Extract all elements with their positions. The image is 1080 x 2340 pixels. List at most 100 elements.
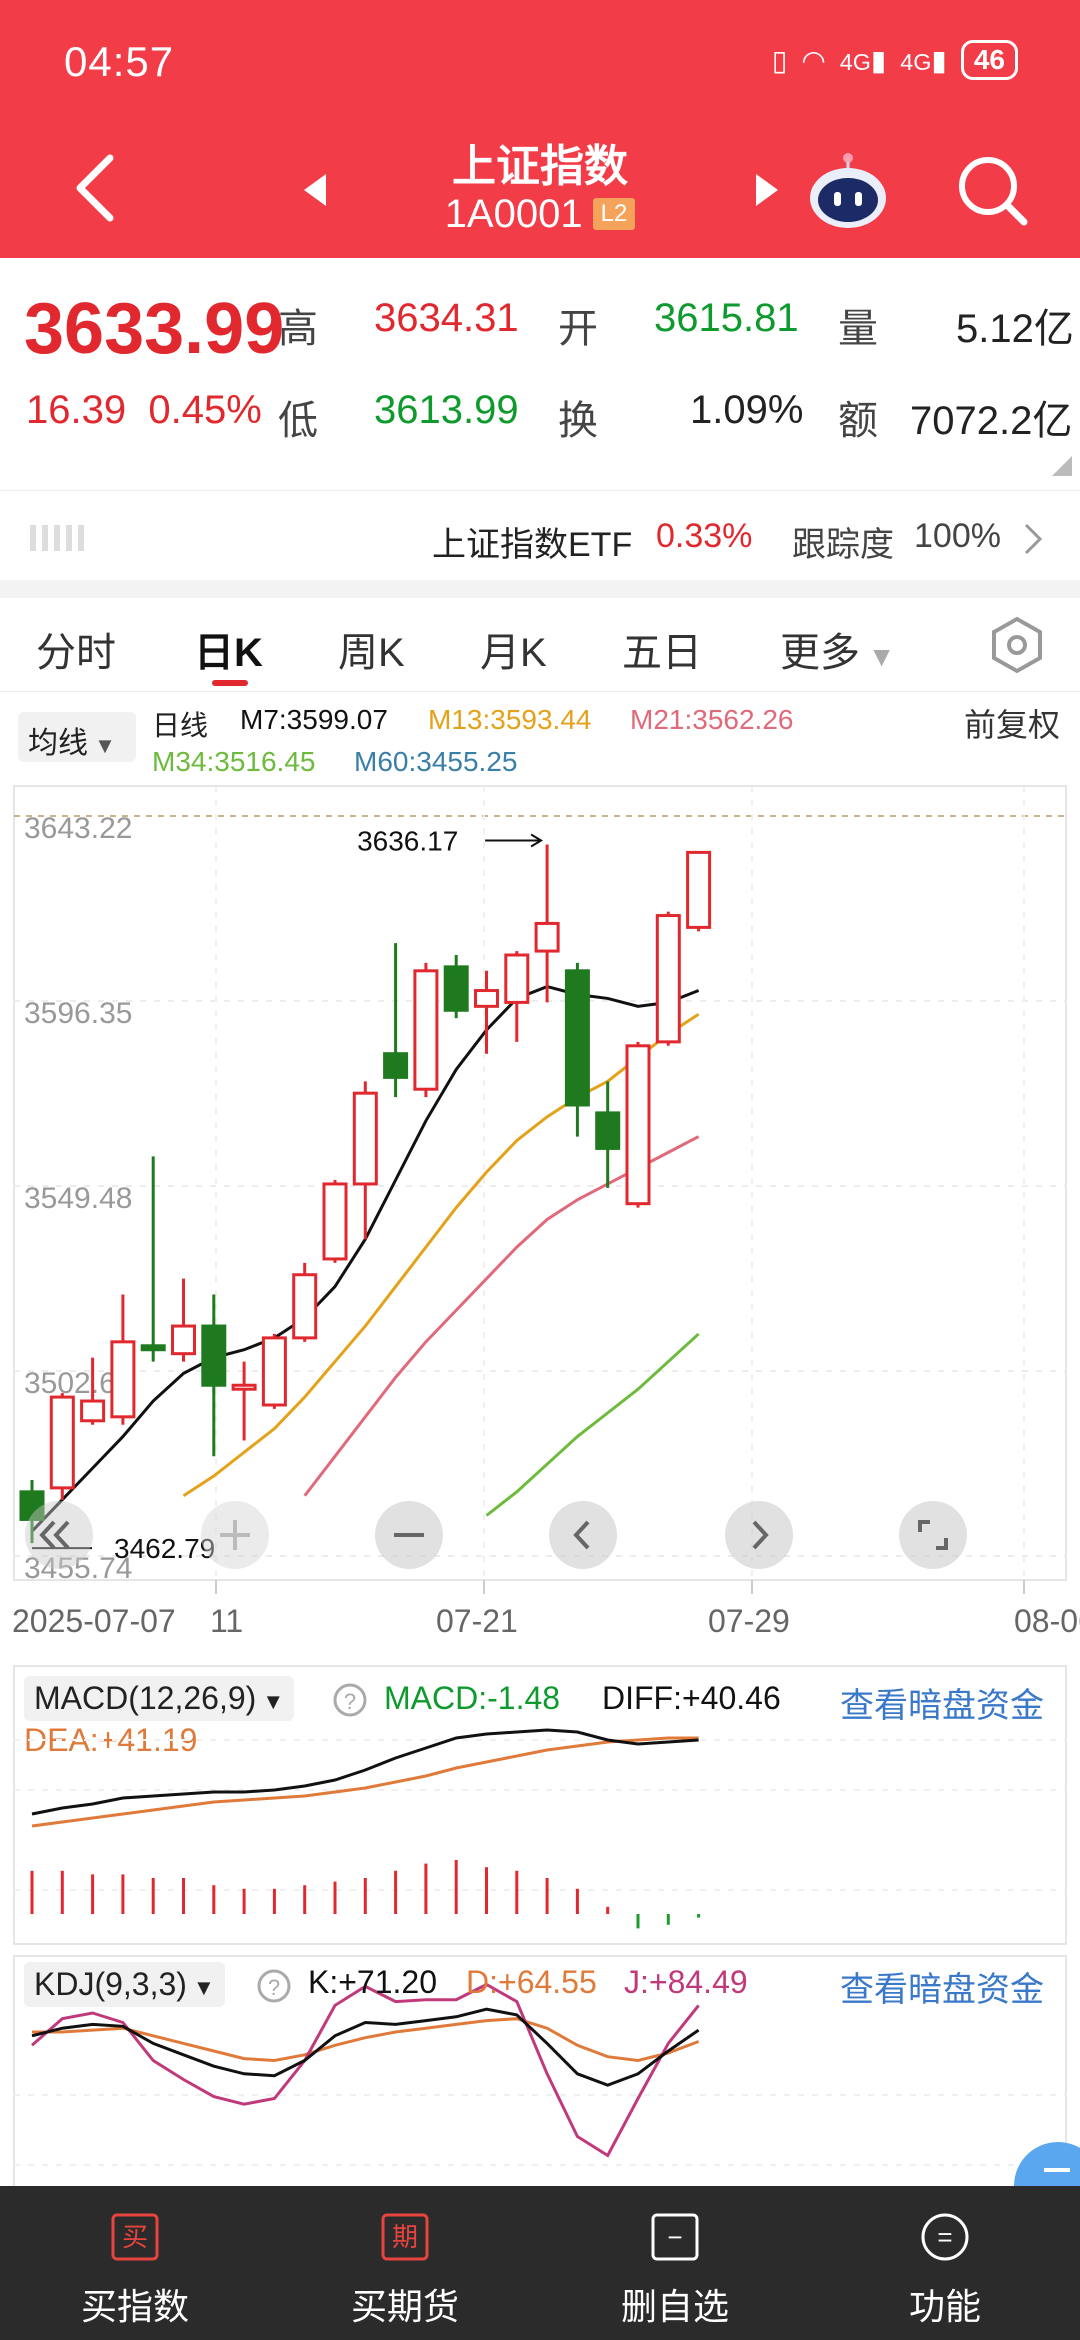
scroll-left-fast-button[interactable] — [24, 1500, 94, 1570]
etf-pct: 0.33% — [656, 517, 753, 555]
tab-monthly-k[interactable]: 月K — [480, 620, 547, 678]
signal-icon-2: 4G▮ — [900, 44, 947, 76]
candle-body — [80, 1399, 106, 1423]
y-tick-label: 3549.48 — [24, 1182, 132, 1215]
candle-body — [140, 1344, 166, 1352]
battery-icon: 46 — [960, 40, 1018, 80]
remove-watchlist-button[interactable]: − 删自选 — [540, 2186, 810, 2340]
fullscreen-button[interactable] — [898, 1500, 968, 1570]
macd-chart[interactable] — [0, 1660, 1080, 1950]
page-title: 上证指数 — [452, 142, 628, 191]
amount-label: 额 — [838, 399, 878, 443]
caret-down-icon: ▼ — [860, 641, 896, 672]
help-icon[interactable]: ? — [256, 1968, 292, 2004]
candle-body — [231, 1383, 257, 1391]
ma-selector[interactable]: 均线 ▼ — [18, 712, 136, 762]
settings-hex-icon[interactable] — [988, 616, 1046, 674]
high-label: 高 — [278, 307, 318, 351]
etf-name: 上证指数ETF — [432, 526, 633, 564]
top-bar: 04:57 ▯ ◠ 4G▮ 4G▮ 46 上证指数 1A0001 L2 — [0, 0, 1080, 258]
svg-text:期: 期 — [392, 2222, 418, 2252]
x-tick-label: 07-21 — [436, 1603, 518, 1639]
candle-body — [534, 921, 560, 953]
candle — [443, 955, 469, 1019]
candle — [261, 1333, 287, 1409]
ma13-value: M13:3593.44 — [428, 704, 592, 735]
tab-intraday[interactable]: 分时 — [36, 620, 116, 678]
status-bar: 04:57 ▯ ◠ 4G▮ 4G▮ 46 — [0, 0, 1080, 120]
l2-badge: L2 — [592, 198, 636, 230]
kdj-k-line — [31, 2007, 700, 2087]
tab-five-day[interactable]: 五日 — [622, 620, 702, 678]
nav-bar: 上证指数 1A0001 L2 — [0, 120, 1080, 258]
status-icons: ▯ ◠ 4G▮ 4G▮ 46 — [772, 40, 1018, 80]
search-icon[interactable] — [952, 150, 1032, 230]
candle-body — [292, 1273, 318, 1340]
candle — [110, 1294, 136, 1425]
wifi-icon: ◠ — [801, 44, 826, 76]
section-gap — [0, 580, 1080, 598]
candle-body — [655, 914, 681, 1044]
svg-text:买: 买 — [122, 2222, 148, 2252]
kdj-selector[interactable]: KDJ(9,3,3) ▼ — [24, 1962, 225, 2007]
high-annotation: 3636.17 — [357, 825, 458, 856]
volume-label: 量 — [838, 307, 878, 351]
active-tab-indicator — [212, 680, 248, 686]
scroll-left-button[interactable] — [548, 1500, 618, 1570]
candle-body — [49, 1395, 75, 1490]
candle-body — [171, 1324, 196, 1356]
x-tick-label: 08-06 — [1014, 1603, 1080, 1639]
buy-futures-button[interactable]: 期 买期货 — [270, 2186, 540, 2340]
chat-float-icon[interactable] — [1012, 2140, 1080, 2186]
ma34-value: M34:3516.45 — [152, 746, 316, 777]
volume-value: 5.12亿 — [956, 307, 1074, 351]
candle-body — [504, 953, 530, 1004]
candle — [625, 1041, 651, 1208]
tab-more[interactable]: 更多 ▼ — [780, 620, 896, 678]
zoom-in-button[interactable] — [200, 1500, 270, 1570]
index-code: 1A0001 L2 — [0, 192, 1080, 237]
caret-down-icon: ▼ — [186, 1975, 215, 2000]
dark-pool-link[interactable]: 查看暗盘资金 — [840, 1962, 1044, 2011]
ma-line-m34 — [485, 1332, 700, 1517]
ma-line-m7 — [30, 985, 700, 1533]
candle — [564, 962, 590, 1137]
candle-body — [110, 1340, 136, 1419]
ma7-value: M7:3599.07 — [240, 704, 388, 735]
scroll-right-button[interactable] — [724, 1500, 794, 1570]
etf-row[interactable]: 上证指数ETF 0.33% 跟踪度 100% — [0, 490, 1080, 590]
candle — [49, 1393, 75, 1500]
expand-corner-icon[interactable] — [1052, 456, 1072, 476]
candle — [352, 1081, 378, 1240]
robot-assistant-icon[interactable] — [806, 150, 890, 234]
candle-body — [474, 989, 499, 1008]
next-index-button[interactable] — [752, 170, 782, 210]
last-price: 3633.99 — [24, 289, 285, 369]
kdj-d-line — [32, 2017, 700, 2063]
signal-icon-1: 4G▮ — [839, 44, 887, 76]
svg-text:=: = — [937, 2222, 952, 2252]
candle — [686, 850, 712, 932]
candle-body — [261, 1336, 287, 1407]
candle-body — [564, 969, 590, 1107]
status-time: 04:57 — [64, 38, 175, 85]
buy-index-icon: 买 — [111, 2213, 159, 2261]
ma-line-m13 — [182, 1012, 700, 1498]
zoom-out-button[interactable] — [374, 1500, 444, 1570]
functions-button[interactable]: = 功能 — [810, 2186, 1080, 2340]
buy-index-button[interactable]: 买 买指数 — [0, 2186, 270, 2340]
high-value: 3634.31 — [374, 296, 519, 340]
tab-daily-k[interactable]: 日K — [194, 620, 263, 678]
y-tick-label: 3596.35 — [24, 997, 132, 1030]
track-value: 100% — [914, 517, 1001, 555]
candle — [413, 962, 439, 1098]
candle-body — [625, 1044, 651, 1206]
candle — [383, 943, 409, 1098]
candle-body — [383, 1052, 409, 1079]
tab-weekly-k[interactable]: 周K — [338, 620, 405, 678]
candle-body — [595, 1111, 621, 1150]
turnover-label: 换 — [558, 399, 598, 443]
candle — [201, 1294, 227, 1457]
adjust-mode[interactable]: 前复权 — [964, 700, 1060, 746]
candle — [655, 911, 681, 1046]
